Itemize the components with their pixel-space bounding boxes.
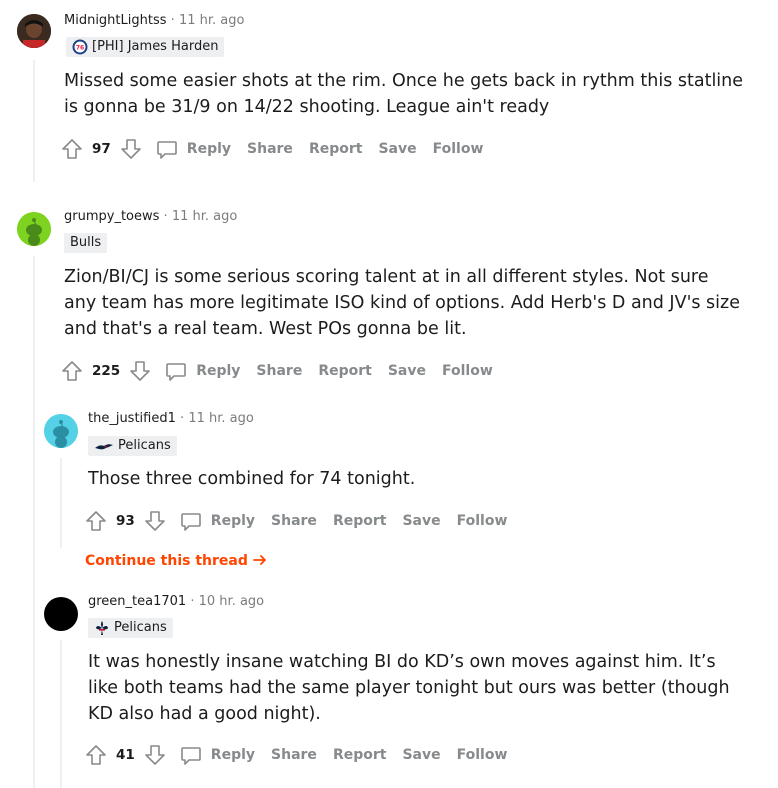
reply-button[interactable]: Reply	[155, 137, 231, 161]
comment-bubble-icon	[155, 137, 179, 161]
continue-thread-link[interactable]: Continue this thread	[85, 553, 267, 571]
comment-meta: green_tea1701 · 10 hr. ago	[88, 593, 264, 611]
vote-count: 41	[116, 747, 135, 763]
user-flair: 76 [PHI] James Harden	[66, 37, 225, 57]
comment-meta: the_justified1 · 11 hr. ago	[88, 410, 254, 428]
downvote-icon[interactable]	[143, 509, 167, 533]
upvote-icon[interactable]	[84, 509, 108, 533]
user-flair: Bulls	[64, 233, 108, 253]
meta-separator: ·	[190, 594, 195, 609]
comment-body: Zion/BI/CJ is some serious scoring talen…	[64, 267, 740, 339]
meta-separator: ·	[163, 209, 168, 224]
comment-body: Those three combined for 74 tonight.	[88, 469, 416, 489]
avatar[interactable]	[44, 414, 78, 448]
reply-label: Reply	[186, 141, 232, 157]
downvote-icon[interactable]	[128, 359, 152, 383]
follow-button[interactable]: Follow	[442, 363, 493, 379]
comment-actions: 97 Reply Share Report Save Follow	[60, 136, 483, 162]
upvote-icon[interactable]	[60, 359, 84, 383]
reply-button[interactable]: Reply	[179, 743, 255, 767]
comment-bubble-icon	[164, 359, 188, 383]
timestamp[interactable]: 10 hr. ago	[199, 594, 265, 609]
reply-label: Reply	[210, 747, 256, 763]
share-button[interactable]: Share	[256, 363, 302, 379]
meta-separator: ·	[170, 13, 175, 28]
comment-body: It was honestly insane watching BI do KD…	[88, 652, 730, 724]
comment-actions: 225 Reply Share Report Save Follow	[60, 358, 493, 384]
comment-actions: 93 Reply Share Report Save Follow	[84, 508, 507, 534]
save-button[interactable]: Save	[402, 513, 440, 529]
timestamp[interactable]: 11 hr. ago	[179, 13, 245, 28]
timestamp[interactable]: 11 hr. ago	[188, 411, 254, 426]
report-button[interactable]: Report	[333, 747, 387, 763]
save-button[interactable]: Save	[378, 141, 416, 157]
avatar[interactable]	[17, 212, 51, 246]
timestamp[interactable]: 11 hr. ago	[172, 209, 238, 224]
comment-body: Missed some easier shots at the rim. Onc…	[64, 71, 744, 117]
comment-meta: MidnightLightss · 11 hr. ago	[64, 12, 244, 30]
vote-count: 97	[92, 141, 111, 157]
flair-text: [PHI] James Harden	[92, 39, 219, 54]
author-name[interactable]: the_justified1	[88, 411, 176, 426]
pelicans-bird-icon	[94, 440, 114, 452]
report-button[interactable]: Report	[309, 141, 363, 157]
comment-meta: grumpy_toews · 11 hr. ago	[64, 208, 237, 226]
reply-button[interactable]: Reply	[164, 359, 240, 383]
upvote-icon[interactable]	[60, 137, 84, 161]
arrow-right-icon	[252, 553, 267, 571]
comment-bubble-icon	[179, 743, 203, 767]
follow-button[interactable]: Follow	[457, 747, 508, 763]
fleur-de-lis-icon	[94, 620, 110, 636]
reply-label: Reply	[210, 513, 256, 529]
author-name[interactable]: MidnightLightss	[64, 13, 167, 28]
save-button[interactable]: Save	[388, 363, 426, 379]
follow-button[interactable]: Follow	[457, 513, 508, 529]
save-button[interactable]: Save	[402, 747, 440, 763]
thread-line[interactable]	[60, 640, 62, 788]
vote-count: 93	[116, 513, 135, 529]
thread-line[interactable]	[60, 458, 62, 548]
author-name[interactable]: grumpy_toews	[64, 209, 159, 224]
share-button[interactable]: Share	[271, 747, 317, 763]
user-flair: Pelicans	[88, 436, 177, 456]
vote-count: 225	[92, 363, 121, 379]
svg-text:76: 76	[76, 45, 84, 52]
reply-label: Reply	[196, 363, 241, 379]
user-flair: Pelicans	[88, 618, 173, 638]
avatar[interactable]	[44, 597, 78, 631]
continue-thread-label: Continue this thread	[85, 553, 248, 569]
meta-separator: ·	[180, 411, 185, 426]
flair-text: Bulls	[70, 235, 102, 250]
share-button[interactable]: Share	[247, 141, 293, 157]
follow-button[interactable]: Follow	[433, 141, 484, 157]
report-button[interactable]: Report	[318, 363, 372, 379]
downvote-icon[interactable]	[119, 137, 143, 161]
comment-actions: 41 Reply Share Report Save Follow	[84, 742, 507, 768]
flair-text: Pelicans	[114, 620, 167, 635]
author-name[interactable]: green_tea1701	[88, 594, 186, 609]
avatar[interactable]	[17, 14, 51, 48]
thread-line[interactable]	[33, 256, 35, 788]
upvote-icon[interactable]	[84, 743, 108, 767]
reply-button[interactable]: Reply	[179, 509, 255, 533]
sixers-logo-icon: 76	[72, 39, 88, 55]
thread-line[interactable]	[33, 60, 35, 182]
comment-bubble-icon	[179, 509, 203, 533]
report-button[interactable]: Report	[333, 513, 387, 529]
flair-text: Pelicans	[118, 438, 171, 453]
downvote-icon[interactable]	[143, 743, 167, 767]
share-button[interactable]: Share	[271, 513, 317, 529]
